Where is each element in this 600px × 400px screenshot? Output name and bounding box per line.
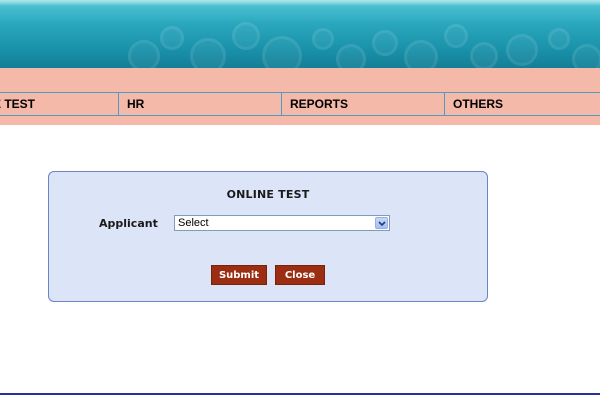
form-title: ONLINE TEST: [226, 188, 310, 201]
chevron-down-icon: [378, 221, 386, 227]
nav-item-label: REPORTS: [290, 97, 349, 111]
banner-bubble-decoration: [190, 38, 226, 68]
page: E TEST HR REPORTS OTHERS ONLINE TEST App…: [0, 0, 600, 400]
banner-bubble-decoration: [372, 30, 398, 56]
nav-item-reports[interactable]: REPORTS: [281, 93, 444, 115]
close-button[interactable]: Close: [275, 265, 325, 285]
nav-item-label: OTHERS: [453, 97, 504, 111]
nav-item-others[interactable]: OTHERS: [444, 93, 600, 115]
nav-bottom-strip: [0, 116, 600, 125]
nav-item-online-test[interactable]: E TEST: [0, 93, 118, 115]
banner-bubble-decoration: [444, 24, 468, 48]
banner-bubble-decoration: [262, 36, 302, 68]
footer-divider: [0, 393, 600, 395]
header-strip: [0, 68, 600, 92]
nav-item-label: E TEST: [0, 97, 36, 111]
banner-bubble-decoration: [572, 44, 600, 68]
banner-bubble-decoration: [312, 28, 334, 50]
banner-shine: [0, 0, 600, 6]
submit-button[interactable]: Submit: [211, 265, 267, 285]
banner-bubble-decoration: [470, 42, 498, 68]
banner-bubble-decoration: [404, 40, 438, 68]
nav-item-hr[interactable]: HR: [118, 93, 281, 115]
applicant-select[interactable]: Select: [174, 215, 390, 231]
banner-bubble-decoration: [232, 22, 260, 50]
banner-bubble-decoration: [160, 26, 184, 50]
header-banner: [0, 0, 600, 68]
applicant-select-value: Select: [178, 217, 209, 229]
banner-bubble-decoration: [336, 44, 366, 68]
online-test-form: ONLINE TEST Applicant Select Submit Clos…: [48, 171, 488, 302]
main-nav: E TEST HR REPORTS OTHERS: [0, 92, 600, 116]
banner-bubble-decoration: [506, 34, 538, 66]
applicant-label: Applicant: [99, 217, 158, 230]
dropdown-button[interactable]: [375, 217, 388, 229]
nav-item-label: HR: [127, 97, 145, 111]
banner-bubble-decoration: [548, 28, 570, 50]
banner-bubble-decoration: [128, 40, 160, 68]
